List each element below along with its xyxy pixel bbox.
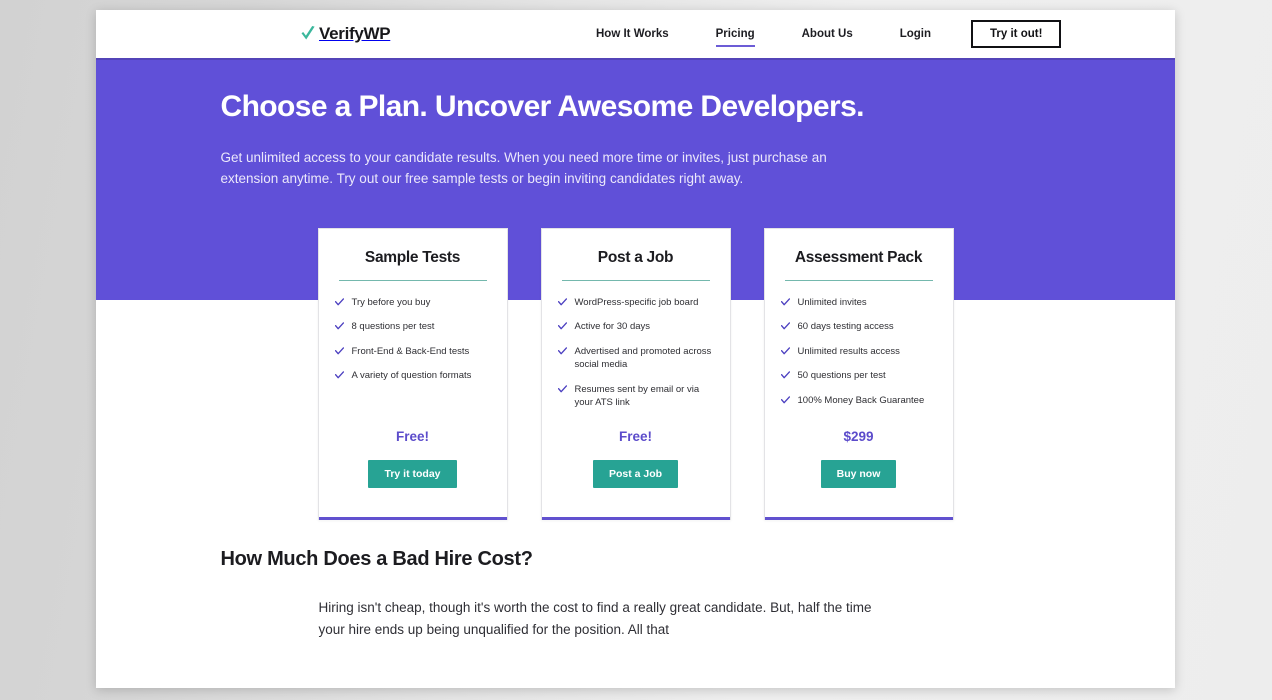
feature-list: Unlimited invites 60 days testing access… — [780, 296, 937, 418]
card-accent-bar — [318, 515, 507, 520]
feature-item: Front-End & Back-End tests — [334, 345, 491, 358]
feature-list: Try before you buy 8 questions per test … — [334, 296, 491, 394]
site-header: VerifyWP How It Works Pricing About Us L… — [96, 10, 1175, 58]
check-icon — [557, 347, 567, 355]
pricing-card-sample-tests: Sample Tests Try before you buy 8 questi… — [317, 228, 508, 520]
check-icon — [557, 322, 567, 330]
card-divider — [784, 280, 933, 281]
check-icon — [334, 322, 344, 330]
feature-item: 8 questions per test — [334, 320, 491, 333]
card-title: Post a Job — [597, 249, 674, 266]
check-icon — [557, 385, 567, 393]
buy-now-button[interactable]: Buy now — [820, 459, 897, 488]
feature-item: Try before you buy — [334, 296, 491, 309]
feature-label: Front-End & Back-End tests — [351, 345, 470, 357]
card-price: Free! — [395, 428, 429, 444]
nav-item-pricing[interactable]: Pricing — [715, 24, 755, 47]
card-spacer — [558, 421, 714, 429]
feature-item: Advertised and promoted across social me… — [557, 345, 714, 372]
card-cta-wrap: Buy now — [781, 459, 937, 516]
nav-item-how-it-works[interactable]: How It Works — [596, 24, 669, 44]
check-icon — [780, 298, 790, 306]
feature-label: Advertised and promoted across social me… — [574, 345, 712, 371]
feature-label: 8 questions per test — [351, 321, 435, 333]
feature-label: Unlimited results access — [797, 345, 900, 357]
brand-logo[interactable]: VerifyWP — [300, 24, 391, 44]
feature-item: 50 questions per test — [780, 369, 937, 382]
card-spacer — [781, 418, 937, 428]
feature-item: WordPress-specific job board — [557, 296, 714, 309]
check-icon — [334, 298, 344, 306]
hero-title: Choose a Plan. Uncover Awesome Developer… — [220, 90, 865, 123]
check-icon — [780, 396, 790, 404]
brand-name: VerifyWP — [319, 24, 391, 43]
feature-list: WordPress-specific job board Active for … — [557, 296, 714, 421]
card-divider — [561, 280, 710, 281]
post-a-job-button[interactable]: Post a Job — [592, 459, 679, 488]
check-icon — [334, 347, 344, 355]
feature-label: A variety of question formats — [351, 370, 472, 382]
pricing-card-post-a-job: Post a Job WordPress-specific job board … — [540, 228, 731, 520]
card-divider — [338, 280, 487, 281]
try-it-today-button[interactable]: Try it today — [368, 459, 457, 488]
browser-viewport: VerifyWP How It Works Pricing About Us L… — [96, 10, 1175, 688]
feature-label: 100% Money Back Guarantee — [797, 394, 925, 406]
try-it-out-button[interactable]: Try it out! — [971, 20, 1062, 48]
card-cta-wrap: Try it today — [335, 459, 491, 516]
feature-item: 60 days testing access — [780, 320, 937, 333]
card-title: Assessment Pack — [794, 249, 923, 266]
card-title: Sample Tests — [364, 249, 461, 266]
card-price: $299 — [843, 428, 874, 444]
hero-subtitle: Get unlimited access to your candidate r… — [220, 150, 827, 187]
section-paragraph: Hiring isn't cheap, though it's worth th… — [318, 600, 872, 637]
check-icon — [557, 298, 567, 306]
card-cta-wrap: Post a Job — [558, 459, 714, 516]
nav-item-login[interactable]: Login — [900, 24, 931, 44]
check-icon — [780, 371, 790, 379]
card-accent-bar — [764, 515, 953, 520]
feature-item: Resumes sent by email or via your ATS li… — [557, 383, 714, 410]
feature-item: Unlimited results access — [780, 345, 937, 358]
pricing-card-assessment-pack: Assessment Pack Unlimited invites 60 day… — [763, 228, 954, 520]
feature-label: Try before you buy — [351, 297, 431, 308]
section-title: How Much Does a Bad Hire Cost? — [220, 548, 533, 570]
feature-label: WordPress-specific job board — [574, 297, 699, 308]
feature-label: 50 questions per test — [797, 370, 886, 382]
check-icon — [334, 371, 344, 379]
feature-label: Unlimited invites — [797, 297, 867, 308]
feature-label: Active for 30 days — [574, 321, 651, 333]
check-icon — [301, 26, 315, 40]
feature-item: 100% Money Back Guarantee — [780, 394, 937, 407]
card-accent-bar — [541, 515, 730, 520]
feature-item: Unlimited invites — [780, 296, 937, 309]
card-price: Free! — [618, 428, 652, 444]
nav-item-about-us[interactable]: About Us — [802, 24, 853, 44]
pricing-cards: Sample Tests Try before you buy 8 questi… — [96, 228, 1175, 520]
feature-label: 60 days testing access — [797, 321, 894, 333]
main-nav: How It Works Pricing About Us Login Try … — [596, 20, 1062, 48]
feature-label: Resumes sent by email or via your ATS li… — [574, 383, 700, 409]
feature-item: Active for 30 days — [557, 320, 714, 333]
card-spacer — [335, 394, 491, 429]
feature-item: A variety of question formats — [334, 369, 491, 382]
check-icon — [780, 322, 790, 330]
check-icon — [780, 347, 790, 355]
